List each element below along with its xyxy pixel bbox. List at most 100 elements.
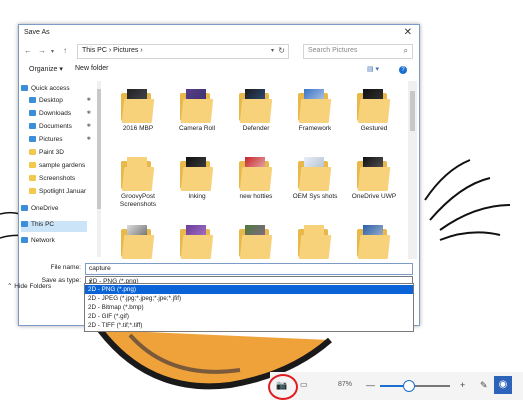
scrollbar-thumb[interactable] <box>97 89 101 209</box>
folder-icon <box>239 157 273 191</box>
file-name-field[interactable]: capture <box>85 263 413 275</box>
sidebar-item[interactable]: OneDrive <box>21 205 87 216</box>
folder-item[interactable]: Camera Roll <box>168 85 226 147</box>
folder-label: new hotties <box>239 193 273 200</box>
picture-icon <box>29 136 36 142</box>
folder-icon <box>29 162 36 168</box>
save-type-option-label: 2D - TIFF (*.tif;*.tiff) <box>88 322 143 329</box>
sidebar-item-label: Paint 3D <box>39 149 64 156</box>
sidebar-item[interactable]: Downloads ✱ <box>29 110 95 121</box>
sidebar-item-label: OneDrive <box>31 205 59 212</box>
folder-item[interactable]: Gestured <box>345 85 403 147</box>
desktop-icon <box>29 97 36 103</box>
up-arrow-icon[interactable]: ↑ <box>63 46 67 55</box>
folder-item[interactable]: 2016 MBP <box>109 85 167 147</box>
hide-folders-button[interactable]: ⌃ Hide Folders <box>7 282 51 290</box>
sidebar-item-label: Spotlight Januar <box>39 188 86 195</box>
sidebar-item[interactable]: This PC <box>21 221 87 232</box>
zoom-level: 87% <box>338 381 353 388</box>
file-name-label: File name: <box>50 264 81 271</box>
pin-icon[interactable]: ✱ <box>87 123 91 129</box>
folder-item[interactable]: Framework <box>286 85 344 147</box>
save-type-option[interactable]: 2D - PNG (*.png) <box>85 285 413 294</box>
sidebar-item[interactable]: Screenshots <box>29 175 95 186</box>
close-icon[interactable]: ✕ <box>404 27 412 38</box>
save-type-option[interactable]: 2D - Bitmap (*.bmp) <box>85 303 413 312</box>
sidebar-item[interactable]: Documents ✱ <box>29 123 95 134</box>
folder-grid: 2016 MBP Camera Roll Defender Framework Gest… <box>109 81 406 261</box>
sidebar-item[interactable]: Network <box>21 237 87 248</box>
folder-item[interactable] <box>345 221 403 261</box>
folder-item[interactable] <box>168 221 226 261</box>
folder-icon <box>298 225 332 259</box>
save-type-option-label: 2D - Bitmap (*.bmp) <box>88 304 144 311</box>
folder-icon <box>298 157 332 191</box>
folder-item[interactable]: GroovyPost Screenshots <box>109 153 167 215</box>
refresh-icon[interactable]: ↻ <box>278 46 285 55</box>
organize-button[interactable]: Organize ▾ <box>29 65 63 73</box>
recent-chevron-icon[interactable]: ▾ <box>51 48 54 55</box>
sidebar-item[interactable]: Spotlight Januar <box>29 188 95 199</box>
save-type-option-label: 2D - PNG (*.png) <box>88 286 136 293</box>
save-type-option[interactable]: 2D - GIF (*.gif) <box>85 312 413 321</box>
pin-icon[interactable]: ✱ <box>87 110 91 116</box>
folder-item[interactable] <box>286 221 344 261</box>
sidebar-item-label: Pictures <box>39 136 63 143</box>
folder-item[interactable] <box>227 221 285 261</box>
sidebar-item[interactable]: Pictures ✱ <box>29 136 95 147</box>
save-type-option[interactable]: 2D - JPEG (*.jpg;*.jpeg;*.jpe;*.jfif) <box>85 294 413 303</box>
search-icon: ⌕ <box>403 46 408 55</box>
sidebar-item[interactable]: sample gardens <box>29 162 95 173</box>
folder-icon <box>29 175 36 181</box>
help-icon[interactable]: ? <box>399 66 407 74</box>
new-folder-button[interactable]: New folder <box>75 65 108 72</box>
computer-icon <box>21 221 28 227</box>
pin-icon[interactable]: ✱ <box>87 136 91 142</box>
folder-item[interactable]: new hotties <box>227 153 285 215</box>
folder-item[interactable]: Inking <box>168 153 226 215</box>
folder-icon <box>121 89 155 123</box>
zoom-slider-knob[interactable] <box>403 380 415 392</box>
zoom-out-button[interactable]: — <box>366 380 375 390</box>
sidebar-item-label: Screenshots <box>39 175 76 182</box>
folder-icon <box>357 89 391 123</box>
folder-label: Camera Roll <box>178 125 216 132</box>
folder-icon <box>121 157 155 191</box>
back-arrow-icon[interactable]: ← <box>24 46 32 55</box>
folder-icon <box>298 89 332 123</box>
folder-icon <box>239 225 273 259</box>
folder-icon <box>180 89 214 123</box>
search-input[interactable]: Search Pictures ⌕ <box>303 44 413 59</box>
folder-item[interactable]: Defender <box>227 85 285 147</box>
folder-label: OEM Sys shots <box>292 193 338 200</box>
view-options-icon[interactable]: ▤ ▾ <box>367 65 379 73</box>
folder-label: Inking <box>188 193 206 200</box>
breadcrumb[interactable]: This PC › Pictures › <box>82 47 143 54</box>
scrollbar-thumb[interactable] <box>410 91 415 131</box>
chevron-down-icon[interactable]: ▾ <box>271 47 274 54</box>
forward-arrow-icon[interactable]: → <box>38 46 46 55</box>
sidebar-item[interactable]: Paint 3D <box>29 149 95 160</box>
zoom-slider[interactable] <box>380 385 450 387</box>
folder-label: OneDrive UWP <box>351 193 397 200</box>
eye-icon[interactable]: ◉ <box>494 376 512 394</box>
folder-label: 2016 MBP <box>122 125 154 132</box>
pen-icon[interactable]: ✎ <box>480 380 488 391</box>
save-type-option-label: 2D - JPEG (*.jpg;*.jpeg;*.jpe;*.jfif) <box>88 295 182 302</box>
sidebar-item[interactable]: Desktop ✱ <box>29 97 95 108</box>
folder-item[interactable]: OEM Sys shots <box>286 153 344 215</box>
sidebar-item-label: Desktop <box>39 97 63 104</box>
save-type-option[interactable]: 2D - TIFF (*.tif;*.tiff) <box>85 321 413 330</box>
folder-item[interactable] <box>109 221 167 261</box>
folder-icon <box>357 157 391 191</box>
crop-icon[interactable]: ▭ <box>300 380 308 389</box>
zoom-in-button[interactable]: + <box>460 380 465 390</box>
sidebar-item-label: sample gardens <box>39 162 86 169</box>
sidebar-scrollbar[interactable] <box>97 81 101 257</box>
pin-icon[interactable]: ✱ <box>87 97 91 103</box>
address-bar[interactable]: This PC › Pictures › ▾ ↻ <box>77 44 289 59</box>
folder-label: Defender <box>242 125 270 132</box>
grid-scrollbar[interactable] <box>408 81 417 259</box>
folder-item[interactable]: OneDrive UWP <box>345 153 403 215</box>
sidebar-item[interactable]: Quick access <box>21 85 87 96</box>
